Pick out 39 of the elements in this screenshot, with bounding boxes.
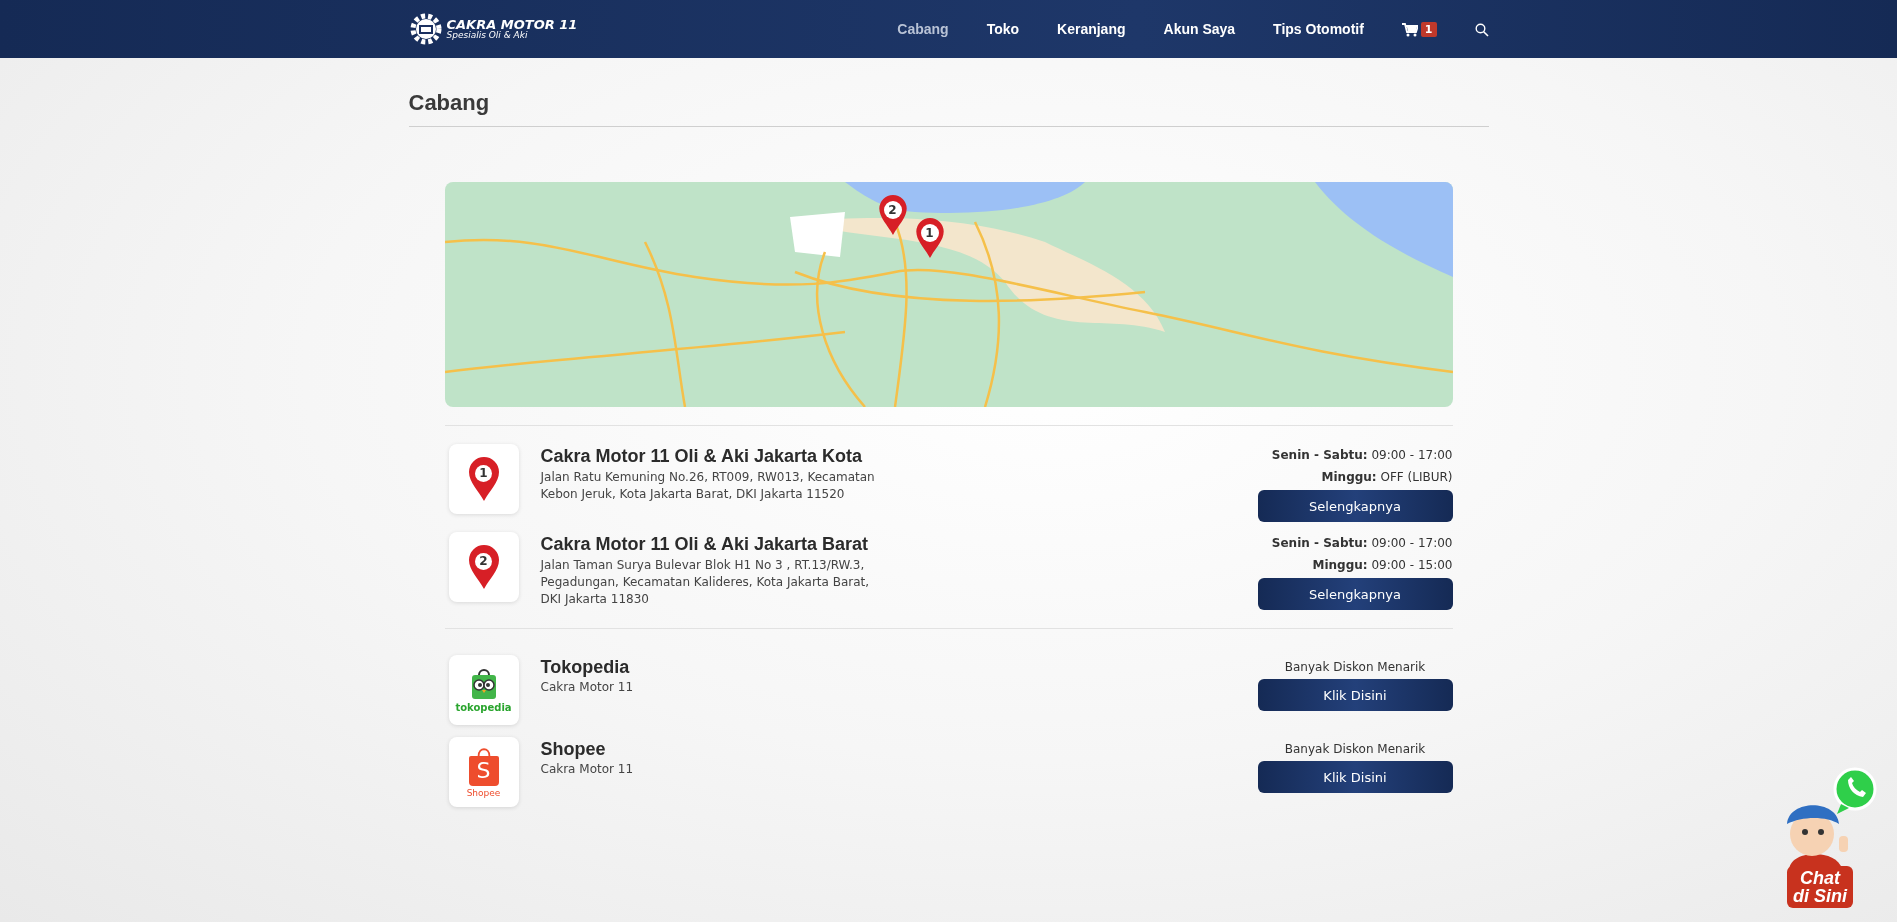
search-icon[interactable]	[1474, 22, 1489, 36]
nav-link[interactable]: Toko	[986, 21, 1020, 37]
store-subtitle: Cakra Motor 11	[540, 762, 635, 776]
cart-count-badge: 1	[1420, 21, 1437, 37]
promo-text: Banyak Diskon Menarik	[1283, 741, 1427, 758]
nav-link[interactable]: Keranjang	[1057, 21, 1126, 37]
store-name: Tokopedia	[540, 657, 631, 678]
branch-address: Jalan Taman Surya Bulevar Blok H1 No 3 , RT.13/RW.3, Pegadungan, Kecamatan Kalideres, Kota Jakarta Barat, DKI Jakarta 11830	[540, 557, 871, 608]
promo-text: Banyak Diskon Menarik	[1283, 659, 1427, 676]
branch-address: Jalan Ratu Kemuning No.26, RT009, RW013, Kecamatan Kebon Jeruk, Kota Jakarta Barat, DKI Jakarta 11520	[540, 469, 876, 503]
chat-label[interactable]: Chat di Sini	[1787, 866, 1853, 908]
location-pin-icon: 1	[467, 456, 500, 502]
nav-link[interactable]: Tips Otomotif	[1273, 21, 1364, 37]
opening-hours: Senin - Sabtu: 09:00 - 17:00	[1271, 535, 1453, 552]
nav-link[interactable]: Akun Saya	[1163, 21, 1236, 37]
visit-store-button[interactable]: Klik Disini	[1257, 761, 1453, 793]
cart-icon[interactable]	[1401, 22, 1418, 36]
location-pin-icon: 2	[467, 544, 500, 590]
map-pin[interactable]: 1	[913, 217, 946, 259]
opening-hours: Senin - Sabtu: 09:00 - 17:00	[1271, 447, 1453, 464]
store-name: Shopee	[540, 739, 607, 760]
logo-text: Shopee	[466, 787, 501, 798]
map-pin[interactable]: 2	[876, 194, 909, 236]
logo-text: tokopedia	[455, 701, 512, 713]
logo-subtitle: Spesialis Oli & Aki	[446, 31, 529, 40]
store-logo-card[interactable]: S Shopee	[448, 737, 519, 807]
shopping-bag-logo: S	[468, 746, 499, 786]
details-button[interactable]: Selengkapnya	[1257, 490, 1453, 522]
nav-link[interactable]: Cabang	[897, 21, 949, 37]
branch-name: Cakra Motor 11 Oli & Aki Jakarta Barat	[540, 534, 869, 555]
opening-hours: Minggu: 09:00 - 15:00	[1312, 557, 1453, 574]
logo-title[interactable]: CAKRA MOTOR 11	[446, 18, 578, 31]
page-title: Cabang	[408, 90, 491, 117]
opening-hours: Minggu: OFF (LIBUR)	[1321, 469, 1453, 486]
gear-logo-icon[interactable]	[408, 12, 443, 46]
branch-name: Cakra Motor 11 Oli & Aki Jakarta Kota	[540, 446, 863, 467]
details-button[interactable]: Selengkapnya	[1257, 578, 1453, 610]
visit-store-button[interactable]: Klik Disini	[1257, 679, 1453, 711]
store-subtitle: Cakra Motor 11	[540, 680, 635, 694]
